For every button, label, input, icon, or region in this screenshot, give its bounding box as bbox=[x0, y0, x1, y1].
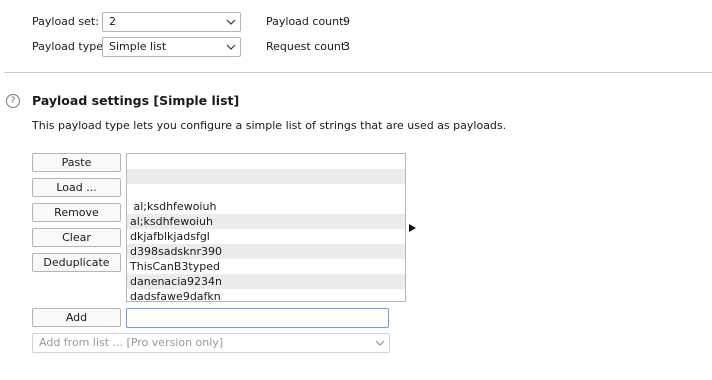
payload-set-label: Payload set: bbox=[32, 15, 99, 28]
payload-count-value: 9 bbox=[343, 15, 350, 28]
list-item[interactable] bbox=[127, 154, 405, 169]
list-item[interactable] bbox=[127, 169, 405, 184]
add-button[interactable]: Add bbox=[32, 308, 121, 327]
section-title: Payload settings [Simple list] bbox=[32, 93, 240, 108]
help-circle-icon[interactable]: ? bbox=[6, 94, 20, 108]
list-item[interactable] bbox=[127, 184, 405, 199]
add-from-list-label: Add from list ... [Pro version only] bbox=[39, 336, 224, 349]
list-item[interactable]: al;ksdhfewoiuh bbox=[127, 199, 405, 214]
chevron-down-icon bbox=[226, 19, 236, 25]
paste-button[interactable]: Paste bbox=[32, 153, 121, 172]
section-description: This payload type lets you configure a s… bbox=[32, 119, 507, 132]
request-count-label: Request count: bbox=[266, 40, 349, 53]
payload-type-label: Payload type: bbox=[32, 40, 107, 53]
list-item[interactable]: ThisCanB3typed bbox=[127, 259, 405, 274]
payload-list[interactable]: al;ksdhfewoiuh al;ksdhfewoiuh dkjafblkja… bbox=[126, 153, 406, 302]
list-item[interactable]: dkjafblkjadsfgl bbox=[127, 229, 405, 244]
payload-set-value: 2 bbox=[109, 15, 116, 28]
list-item[interactable]: al;ksdhfewoiuh bbox=[127, 214, 405, 229]
chevron-down-icon bbox=[375, 340, 385, 346]
triangle-right-icon bbox=[409, 224, 416, 232]
load-button[interactable]: Load ... bbox=[32, 178, 121, 197]
deduplicate-button[interactable]: Deduplicate bbox=[32, 253, 121, 272]
clear-button[interactable]: Clear bbox=[32, 228, 121, 247]
list-item[interactable]: danenacia9234n bbox=[127, 274, 405, 289]
add-from-list-dropdown: Add from list ... [Pro version only] bbox=[32, 333, 390, 353]
payload-type-value: Simple list bbox=[109, 40, 167, 53]
payload-set-dropdown[interactable]: 2 bbox=[102, 12, 241, 32]
chevron-down-icon bbox=[226, 44, 236, 50]
section-divider bbox=[4, 72, 712, 73]
payload-count-label: Payload count: bbox=[266, 15, 348, 28]
request-count-value: 3 bbox=[343, 40, 350, 53]
list-item[interactable]: d398sadsknr390 bbox=[127, 244, 405, 259]
list-item[interactable]: dadsfawe9dafkn bbox=[127, 289, 405, 301]
remove-button[interactable]: Remove bbox=[32, 203, 121, 222]
add-item-input[interactable] bbox=[126, 308, 389, 328]
payload-type-dropdown[interactable]: Simple list bbox=[102, 37, 241, 57]
